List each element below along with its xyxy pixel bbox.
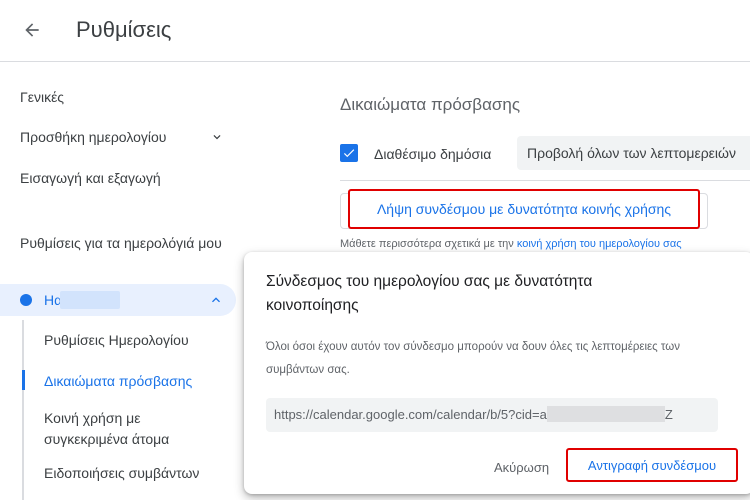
dialog-description: Όλοι όσοι έχουν αυτόν τον σύνδεσμο μπορο… (266, 341, 681, 376)
shareable-link-field[interactable]: https://calendar.google.com/calendar/b/5… (266, 398, 718, 432)
url-prefix: https://calendar.google.com/calendar/b/5… (274, 407, 547, 422)
dialog-title: Σύνδεσμος του ημερολογίου σας με δυνατότ… (266, 273, 593, 314)
cancel-button[interactable]: Ακύρωση (494, 460, 549, 475)
share-link-dialog: Σύνδεσμος του ημερολογίου σας με δυνατότ… (244, 252, 750, 494)
copy-link-button[interactable]: Αντιγραφή συνδέσμου (566, 448, 738, 482)
url-suffix: Z (664, 407, 673, 422)
redacted-url-block (546, 406, 665, 423)
